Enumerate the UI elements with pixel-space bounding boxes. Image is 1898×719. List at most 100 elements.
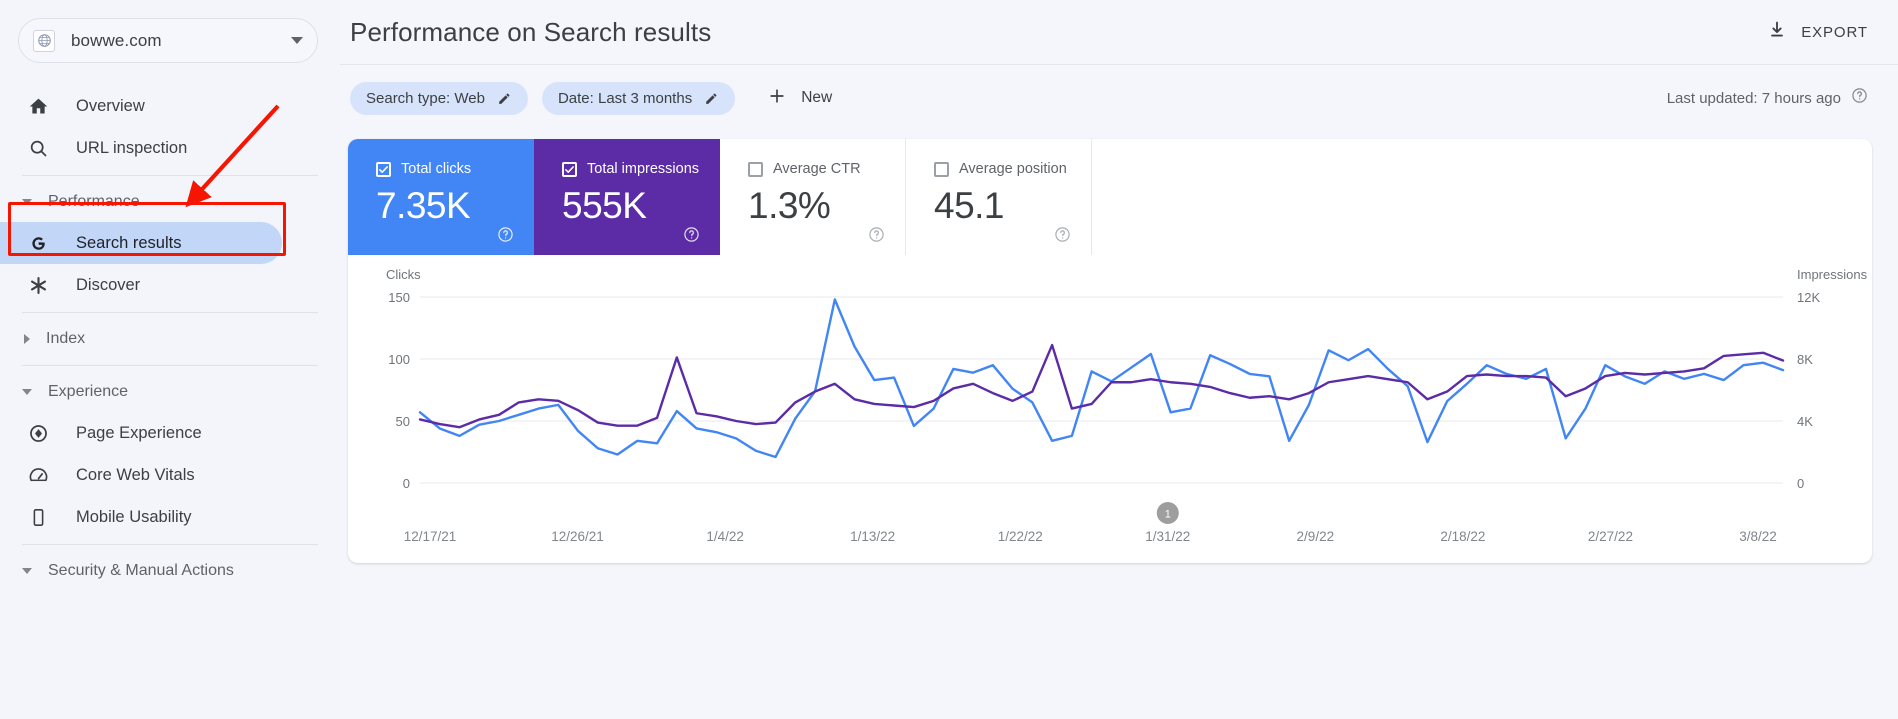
performance-chart-svg[interactable]: 0 50 100 150 0 4K 8K 12K Clicks Impressions 12/17/… [348, 255, 1872, 563]
help-circle-icon[interactable] [683, 226, 700, 243]
property-selector[interactable]: bowwe.com [18, 18, 318, 63]
pencil-icon[interactable] [704, 91, 719, 106]
metric-card-total-clicks[interactable]: Total clicks 7.35K [348, 139, 534, 255]
y-axis-left-title: Clicks [386, 267, 421, 282]
sidebar-section-label: Experience [48, 383, 129, 400]
sidebar-divider [22, 365, 318, 366]
chevron-down-icon[interactable] [291, 37, 303, 44]
chevron-down-icon [22, 199, 32, 205]
sidebar-section-index[interactable]: Index [0, 319, 340, 359]
y-axis-left-tick: 100 [388, 352, 410, 367]
y-axis-left-tick: 0 [403, 476, 410, 491]
help-circle-icon[interactable] [868, 226, 885, 243]
sidebar-section-performance[interactable]: Performance [0, 182, 340, 222]
sidebar-section-experience[interactable]: Experience [0, 372, 340, 412]
filter-chip-label: Date: Last 3 months [557, 89, 693, 107]
y-axis-right-tick: 12K [1797, 290, 1820, 305]
metric-card-value: 7.35K [376, 185, 471, 226]
sidebar-item-mobile-usability[interactable]: Mobile Usability [0, 496, 282, 538]
sidebar-divider [22, 175, 318, 176]
metric-card-label: Average CTR [773, 161, 861, 177]
y-axis-right-tick: 8K [1797, 352, 1813, 367]
sidebar-item-label: URL inspection [76, 138, 188, 157]
main-content: Performance on Search results EXPORT Sea… [340, 0, 1898, 719]
y-axis-right-title: Impressions [1797, 267, 1868, 282]
x-axis-tick: 3/8/22 [1739, 529, 1777, 544]
sidebar-section-label: Security & Manual Actions [48, 562, 234, 579]
help-circle-icon[interactable] [497, 226, 514, 243]
search-console-app: bowwe.com Overview URL inspection Perfor… [0, 0, 1898, 719]
performance-panel: Total clicks 7.35K Total impressions 555… [348, 139, 1872, 563]
svg-text:1: 1 [1165, 509, 1171, 521]
chart-annotation-badge[interactable]: 1 [1156, 502, 1179, 524]
performance-chart: 0 50 100 150 0 4K 8K 12K Clicks Impressions 12/17/… [348, 255, 1872, 563]
filter-chip-search-type[interactable]: Search type: Web [350, 81, 528, 115]
sidebar-item-label: Overview [76, 96, 145, 115]
sidebar-item-url-inspection[interactable]: URL inspection [0, 127, 282, 169]
asterisk-icon [26, 273, 50, 297]
sidebar-item-label: Mobile Usability [76, 507, 192, 526]
google-g-icon [26, 231, 50, 255]
x-axis-tick: 1/22/22 [998, 529, 1043, 544]
y-axis-right-tick: 4K [1797, 414, 1813, 429]
sidebar-section-label: Index [46, 330, 86, 347]
x-axis-tick: 2/27/22 [1588, 529, 1633, 544]
export-button[interactable]: EXPORT [1767, 20, 1868, 45]
metric-card-value: 555K [562, 185, 647, 226]
pencil-icon[interactable] [497, 91, 512, 106]
new-filter-button[interactable]: New [757, 86, 842, 111]
chevron-down-icon [22, 568, 32, 574]
sidebar: bowwe.com Overview URL inspection Perfor… [0, 0, 340, 719]
checkbox-average-position[interactable] [934, 161, 949, 177]
y-axis-left-tick: 50 [396, 414, 410, 429]
sidebar-item-label: Page Experience [76, 423, 202, 442]
sidebar-section-label: Performance [48, 193, 140, 210]
x-axis-tick: 12/26/21 [551, 529, 604, 544]
metric-card-label: Total impressions [587, 161, 700, 177]
page-experience-icon [26, 421, 50, 445]
export-label: EXPORT [1801, 23, 1868, 41]
metric-card-label: Total clicks [401, 161, 472, 177]
home-icon [26, 94, 50, 118]
metric-card-header: Total impressions [562, 161, 720, 177]
last-updated-text: Last updated: 7 hours ago [1666, 89, 1841, 107]
filter-bar: Search type: Web Date: Last 3 months New… [340, 65, 1898, 131]
property-name: bowwe.com [71, 30, 162, 50]
metric-card-average-position[interactable]: Average position 45.1 [906, 139, 1092, 255]
sidebar-item-discover[interactable]: Discover [0, 264, 282, 306]
filter-chip-label: Search type: Web [366, 89, 485, 107]
checkbox-total-clicks[interactable] [376, 161, 391, 177]
x-axis-tick: 1/13/22 [850, 529, 895, 544]
top-bar: Performance on Search results EXPORT [340, 0, 1898, 64]
metric-card-total-impressions[interactable]: Total impressions 555K [534, 139, 720, 255]
page-title: Performance on Search results [350, 16, 712, 47]
sidebar-item-overview[interactable]: Overview [0, 85, 282, 127]
sidebar-item-page-experience[interactable]: Page Experience [0, 412, 282, 454]
x-axis-tick: 2/18/22 [1440, 529, 1485, 544]
checkbox-total-impressions[interactable] [562, 161, 577, 177]
metric-card-value: 1.3% [748, 185, 831, 226]
chart-line-clicks [418, 298, 1785, 459]
sidebar-divider [22, 544, 318, 545]
x-axis-tick: 1/4/22 [706, 529, 744, 544]
sidebar-nav: Overview URL inspection Performance Sear… [0, 85, 340, 591]
help-circle-icon[interactable] [1851, 87, 1868, 109]
download-icon [1767, 20, 1787, 45]
sidebar-section-security[interactable]: Security & Manual Actions [0, 551, 340, 591]
x-axis-tick: 12/17/21 [404, 529, 457, 544]
sidebar-divider [22, 312, 318, 313]
sidebar-item-core-web-vitals[interactable]: Core Web Vitals [0, 454, 282, 496]
chevron-right-icon [24, 334, 30, 344]
metric-cards-spacer [1092, 139, 1872, 255]
help-circle-icon[interactable] [1054, 226, 1071, 243]
filter-chip-date[interactable]: Date: Last 3 months [541, 81, 736, 115]
metric-card-average-ctr[interactable]: Average CTR 1.3% [720, 139, 906, 255]
y-axis-left-tick: 150 [388, 290, 410, 305]
checkbox-average-ctr[interactable] [748, 161, 763, 177]
x-axis-tick: 2/9/22 [1297, 529, 1335, 544]
metric-card-header: Average position [934, 161, 1091, 177]
search-icon [26, 136, 50, 160]
new-filter-label: New [801, 89, 833, 106]
sidebar-item-search-results[interactable]: Search results [0, 222, 282, 264]
chevron-down-icon [22, 389, 32, 395]
